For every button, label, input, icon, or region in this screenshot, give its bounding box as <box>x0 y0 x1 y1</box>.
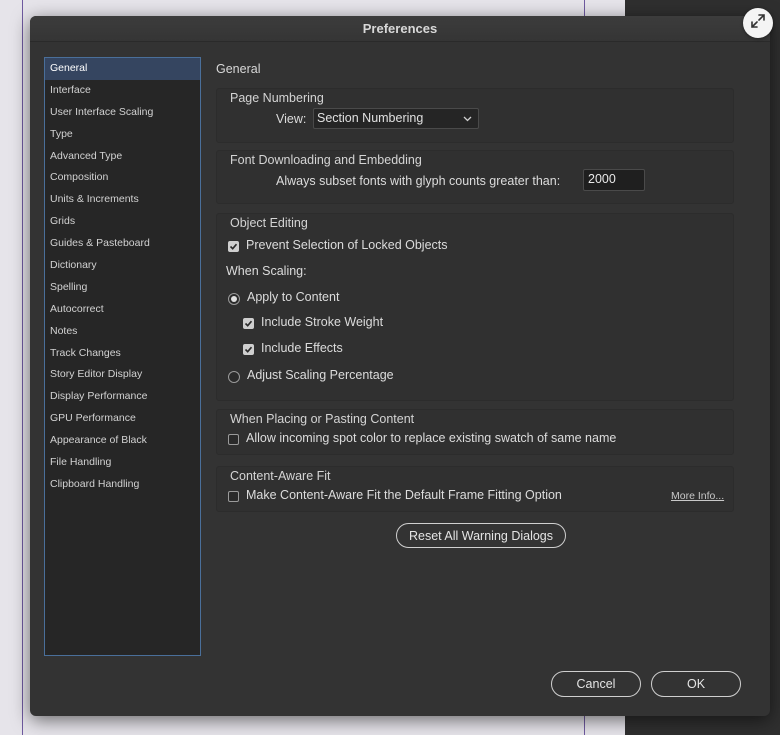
sidebar-item-ui-scaling[interactable]: User Interface Scaling <box>45 102 200 124</box>
sidebar-item-general[interactable]: General <box>45 58 200 80</box>
content-aware-default-checkbox[interactable] <box>228 491 239 502</box>
group-title: Object Editing <box>230 216 308 230</box>
sidebar-item-composition[interactable]: Composition <box>45 167 200 189</box>
adjust-scaling-percentage-label: Adjust Scaling Percentage <box>247 368 394 382</box>
sidebar-item-type[interactable]: Type <box>45 124 200 146</box>
sidebar-item-interface[interactable]: Interface <box>45 80 200 102</box>
when-scaling-label: When Scaling: <box>226 264 307 278</box>
panel-title: General <box>216 62 261 76</box>
spot-color-checkbox[interactable] <box>228 434 239 445</box>
sidebar-item-spelling[interactable]: Spelling <box>45 277 200 299</box>
sidebar-item-dictionary[interactable]: Dictionary <box>45 255 200 277</box>
sidebar-item-display-performance[interactable]: Display Performance <box>45 386 200 408</box>
group-title: Content-Aware Fit <box>230 469 331 483</box>
view-select-value: Section Numbering <box>317 111 424 125</box>
sidebar-item-story-editor-display[interactable]: Story Editor Display <box>45 364 200 386</box>
view-label: View: <box>276 112 307 126</box>
sidebar-item-gpu-performance[interactable]: GPU Performance <box>45 408 200 430</box>
view-select[interactable]: Section Numbering <box>313 108 479 129</box>
expand-icon <box>750 13 766 34</box>
checkmark-icon <box>244 346 253 353</box>
reset-warning-dialogs-button[interactable]: Reset All Warning Dialogs <box>396 523 566 548</box>
checkmark-icon <box>244 320 253 327</box>
sidebar-item-appearance-of-black[interactable]: Appearance of Black <box>45 430 200 452</box>
adjust-scaling-percentage-radio[interactable] <box>228 371 240 383</box>
more-info-link[interactable]: More Info... <box>671 490 724 502</box>
sidebar-item-grids[interactable]: Grids <box>45 211 200 233</box>
apply-to-content-label: Apply to Content <box>247 290 340 304</box>
dialog-titlebar[interactable]: Preferences <box>30 16 770 42</box>
subset-fonts-label: Always subset fonts with glyph counts gr… <box>276 174 561 188</box>
preferences-dialog: Preferences General Interface User Inter… <box>30 16 770 716</box>
include-effects-label: Include Effects <box>261 341 343 355</box>
group-title: Font Downloading and Embedding <box>230 153 422 167</box>
sidebar-item-autocorrect[interactable]: Autocorrect <box>45 299 200 321</box>
checkmark-icon <box>229 243 238 250</box>
include-effects-checkbox[interactable] <box>243 344 254 355</box>
include-stroke-weight-label: Include Stroke Weight <box>261 315 384 329</box>
ok-button[interactable]: OK <box>651 671 741 697</box>
object-editing-group: Object Editing Prevent Selection of Lock… <box>216 213 734 401</box>
apply-to-content-radio[interactable] <box>228 293 240 305</box>
sidebar-item-units-increments[interactable]: Units & Increments <box>45 189 200 211</box>
prevent-selection-checkbox[interactable] <box>228 241 239 252</box>
group-title: When Placing or Pasting Content <box>230 412 415 426</box>
glyph-count-input[interactable]: 2000 <box>583 169 645 191</box>
include-stroke-weight-checkbox[interactable] <box>243 318 254 329</box>
sidebar-item-track-changes[interactable]: Track Changes <box>45 343 200 365</box>
chevron-down-icon <box>463 109 472 135</box>
sidebar-item-file-handling[interactable]: File Handling <box>45 452 200 474</box>
content-aware-default-label: Make Content-Aware Fit the Default Frame… <box>246 488 562 502</box>
prevent-selection-label: Prevent Selection of Locked Objects <box>246 238 448 252</box>
dialog-title: Preferences <box>362 21 438 36</box>
group-title: Page Numbering <box>230 91 324 105</box>
placing-pasting-group: When Placing or Pasting Content Allow in… <box>216 409 734 455</box>
content-aware-fit-group: Content-Aware Fit Make Content-Aware Fit… <box>216 466 734 512</box>
cancel-button[interactable]: Cancel <box>551 671 641 697</box>
spot-color-label: Allow incoming spot color to replace exi… <box>246 431 617 445</box>
sidebar-item-advanced-type[interactable]: Advanced Type <box>45 146 200 168</box>
page-numbering-group: Page Numbering View: Section Numbering <box>216 88 734 143</box>
category-list[interactable]: General Interface User Interface Scaling… <box>44 57 201 656</box>
sidebar-item-notes[interactable]: Notes <box>45 321 200 343</box>
background-guide-left <box>22 0 23 735</box>
sidebar-item-guides-pasteboard[interactable]: Guides & Pasteboard <box>45 233 200 255</box>
expand-button[interactable] <box>743 8 773 38</box>
font-downloading-group: Font Downloading and Embedding Always su… <box>216 150 734 204</box>
sidebar-item-clipboard-handling[interactable]: Clipboard Handling <box>45 474 200 496</box>
